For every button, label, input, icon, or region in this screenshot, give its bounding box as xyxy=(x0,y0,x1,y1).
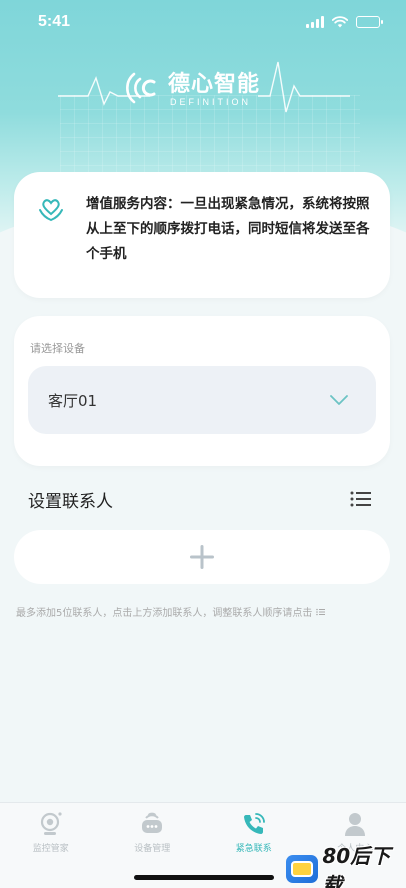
chevron-down-icon xyxy=(330,395,348,405)
list-icon-small xyxy=(315,608,325,616)
contacts-title: 设置联系人 xyxy=(28,491,113,512)
tab-monitor-label: 监控管家 xyxy=(32,844,69,854)
device-selected-value: 客厅01 xyxy=(48,391,98,410)
tab-monitor[interactable]: 监控管家 xyxy=(0,803,102,888)
watermark-logo: 80后下载 xyxy=(286,844,406,888)
contacts-hint-text: 最多添加5位联系人，点击上方添加联系人，调整联系人顺序请点击 xyxy=(16,608,313,619)
device-dropdown[interactable]: 客厅01 xyxy=(28,366,376,434)
service-info-text: 增值服务内容：一旦出现紧急情况，系统将按照从上至下的顺序拨打电话，同时短信将发送… xyxy=(86,196,370,262)
contacts-section-header: 设置联系人 xyxy=(28,482,372,516)
device-select-card: 请选择设备 客厅01 xyxy=(14,316,390,466)
add-contact-button[interactable] xyxy=(14,530,390,584)
brand-logo: 德心智能 DEFINITION xyxy=(0,52,406,122)
logo-name: 德心智能 xyxy=(168,72,261,97)
home-indicator[interactable] xyxy=(134,875,274,880)
tab-devices-label: 设备管理 xyxy=(134,844,171,854)
logo-subtitle: DEFINITION xyxy=(170,97,251,107)
status-bar: 5:41 xyxy=(0,0,406,44)
phone-icon xyxy=(243,813,265,834)
logo-signal-icon xyxy=(126,72,156,104)
list-icon[interactable] xyxy=(350,490,372,508)
plus-icon xyxy=(190,545,214,569)
signal-icon xyxy=(306,16,324,28)
battery-icon xyxy=(356,16,383,28)
watermark-text: 80后下载 xyxy=(322,844,391,888)
tab-emergency-label: 紧急联系 xyxy=(235,844,272,854)
device-icon xyxy=(142,812,163,833)
heart-hands-icon xyxy=(39,199,63,222)
contacts-hint: 最多添加5位联系人，点击上方添加联系人，调整联系人顺序请点击 xyxy=(16,604,396,619)
wifi-icon xyxy=(332,16,348,28)
person-icon xyxy=(345,813,366,836)
status-icons xyxy=(306,16,383,28)
watermark-icon xyxy=(286,855,319,883)
device-select-label: 请选择设备 xyxy=(30,342,85,355)
camera-icon xyxy=(40,812,62,835)
status-time: 5:41 xyxy=(38,13,71,30)
service-info-card: 增值服务内容：一旦出现紧急情况，系统将按照从上至下的顺序拨打电话，同时短信将发送… xyxy=(14,172,390,298)
